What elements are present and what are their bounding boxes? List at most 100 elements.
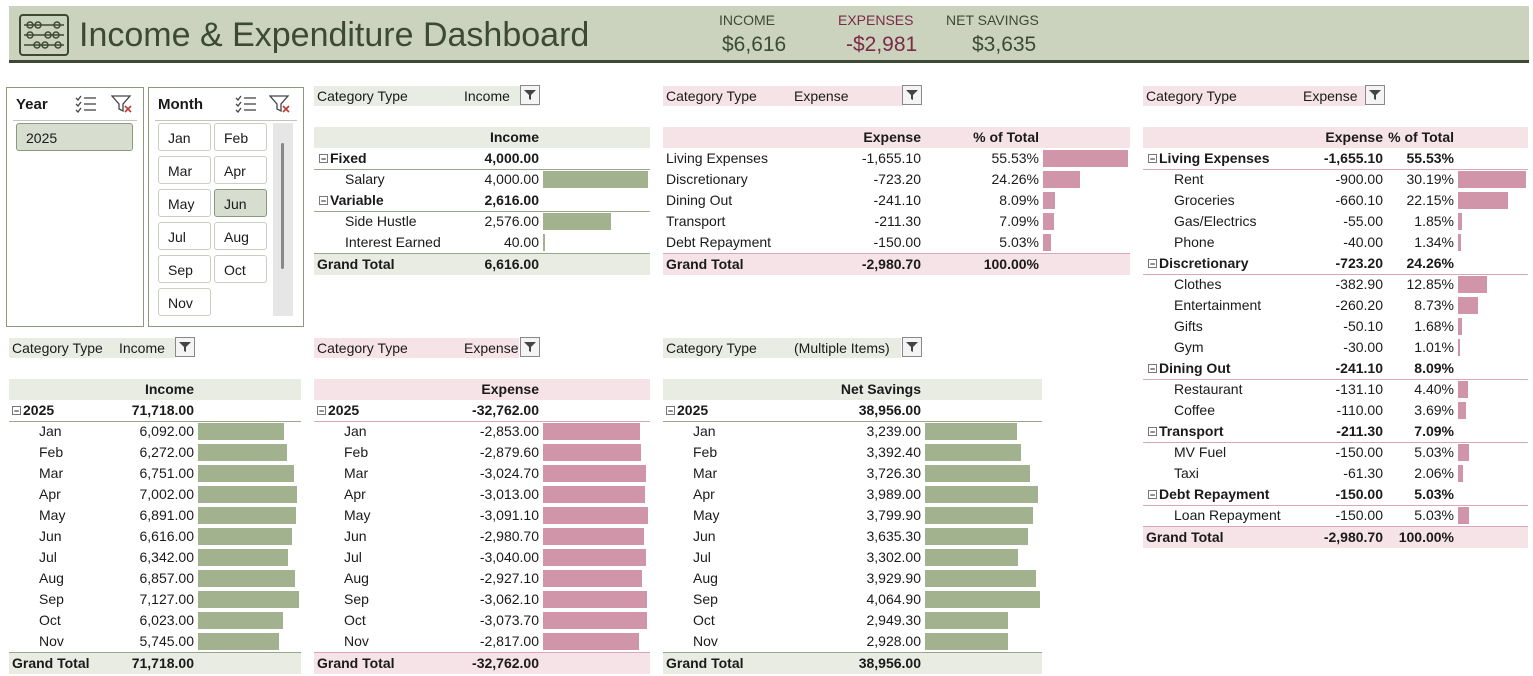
scrollbar-thumb[interactable]	[281, 143, 284, 269]
multi-select-icon[interactable]	[75, 94, 97, 114]
income-kpi-label: INCOME	[719, 12, 775, 28]
monthly-expense-pivot-table: Expense −2025 -32,762.00 Jan -2,853.00 Feb -2,…	[314, 379, 650, 674]
table-row[interactable]: Oct 2,949.30	[663, 610, 1042, 631]
net-savings-kpi-value: $3,635	[972, 33, 1037, 56]
table-row[interactable]: May -3,091.10	[314, 505, 650, 526]
table-row[interactable]: Dining Out -241.10 8.09%	[663, 190, 1130, 211]
month-slicer-item-may[interactable]: May	[158, 189, 211, 217]
table-row[interactable]: Sep 4,064.90	[663, 589, 1042, 610]
data-bar	[1043, 192, 1055, 209]
month-slicer-item-aug[interactable]: Aug	[214, 222, 267, 250]
table-row[interactable]: Oct 6,023.00	[9, 610, 301, 631]
table-row[interactable]: Aug -2,927.10	[314, 568, 650, 589]
table-row-year[interactable]: −2025 71,718.00	[9, 400, 301, 421]
clear-filter-icon[interactable]	[111, 94, 133, 114]
clear-filter-icon[interactable]	[269, 94, 291, 114]
table-row[interactable]: Restaurant -131.10 4.40%	[1143, 379, 1528, 400]
table-row[interactable]: Jun -2,980.70	[314, 526, 650, 547]
table-row[interactable]: Feb -2,879.60	[314, 442, 650, 463]
table-row[interactable]: Mar 3,726.30	[663, 463, 1042, 484]
table-row-group[interactable]: − Variable 2,616.00	[314, 190, 650, 211]
table-row[interactable]: Coffee -110.00 3.69%	[1143, 400, 1528, 421]
table-row[interactable]: May 3,799.90	[663, 505, 1042, 526]
table-row[interactable]: Jul 3,302.00	[663, 547, 1042, 568]
table-row[interactable]: Rent -900.00 30.19%	[1143, 169, 1528, 190]
table-row[interactable]: Jun 6,616.00	[9, 526, 301, 547]
month-slicer-item-apr[interactable]: Apr	[214, 156, 267, 184]
table-row[interactable]: Discretionary -723.20 24.26%	[663, 169, 1130, 190]
table-row[interactable]: Nov 5,745.00	[9, 631, 301, 652]
multi-select-icon[interactable]	[235, 94, 257, 114]
table-row-year[interactable]: −2025 38,956.00	[663, 400, 1042, 421]
table-row[interactable]: Apr 3,989.00	[663, 484, 1042, 505]
table-row[interactable]: Taxi -61.30 2.06%	[1143, 463, 1528, 484]
filter-dropdown-button[interactable]	[902, 85, 922, 105]
data-bar	[543, 633, 639, 650]
table-row[interactable]: Entertainment -260.20 8.73%	[1143, 295, 1528, 316]
table-row[interactable]: Gym -30.00 1.01%	[1143, 337, 1528, 358]
filter-dropdown-button[interactable]	[520, 337, 540, 357]
table-row[interactable]: Clothes -382.90 12.85%	[1143, 274, 1528, 295]
table-row[interactable]: Groceries -660.10 22.15%	[1143, 190, 1528, 211]
filter-dropdown-button[interactable]	[902, 337, 922, 357]
month-slicer-item-nov[interactable]: Nov	[158, 288, 211, 316]
table-row[interactable]: Mar -3,024.70	[314, 463, 650, 484]
table-row[interactable]: MV Fuel -150.00 5.03%	[1143, 442, 1528, 463]
month-slicer-item-feb[interactable]: Feb	[214, 123, 267, 151]
table-row-group[interactable]: − Living Expenses -1,655.10 55.53%	[1143, 148, 1528, 169]
table-row[interactable]: May 6,891.00	[9, 505, 301, 526]
table-row[interactable]: Sep 7,127.00	[9, 589, 301, 610]
month-slicer-item-mar[interactable]: Mar	[158, 156, 211, 184]
row-value: 2,928.00	[866, 633, 922, 649]
filter-value: (Multiple Items)	[794, 340, 890, 356]
table-row[interactable]: Jan -2,853.00	[314, 421, 650, 442]
table-row[interactable]: Aug 6,857.00	[9, 568, 301, 589]
table-row-group[interactable]: − Fixed 4,000.00	[314, 148, 650, 169]
table-row[interactable]: Feb 6,272.00	[9, 442, 301, 463]
table-row[interactable]: Gas/Electrics -55.00 1.85%	[1143, 211, 1528, 232]
table-row-group[interactable]: − Transport -211.30 7.09%	[1143, 421, 1528, 442]
income-pivot-table: Income − Fixed 4,000.00 Salary 4,000.00 −…	[314, 127, 650, 277]
table-row[interactable]: Jun 3,635.30	[663, 526, 1042, 547]
data-bar	[543, 444, 641, 461]
table-row[interactable]: Transport -211.30 7.09%	[663, 211, 1130, 232]
table-row[interactable]: Sep -3,062.10	[314, 589, 650, 610]
table-row[interactable]: Nov 2,928.00	[663, 631, 1042, 652]
filter-dropdown-button[interactable]	[1365, 85, 1385, 105]
filter-dropdown-button[interactable]	[520, 85, 540, 105]
month-slicer-item-jan[interactable]: Jan	[158, 123, 211, 151]
table-row[interactable]: Jul -3,040.00	[314, 547, 650, 568]
month-slicer-item-oct[interactable]: Oct	[214, 255, 267, 283]
table-row[interactable]: Oct -3,073.70	[314, 610, 650, 631]
month-slicer-item-jun[interactable]: Jun	[214, 189, 267, 217]
table-row[interactable]: Aug 3,929.90	[663, 568, 1042, 589]
table-row[interactable]: Apr 7,002.00	[9, 484, 301, 505]
table-row[interactable]: Jan 6,092.00	[9, 421, 301, 442]
filter-dropdown-button[interactable]	[175, 337, 195, 357]
year-slicer-item-2025[interactable]: 2025	[16, 123, 133, 151]
table-row-group[interactable]: − Dining Out -241.10 8.09%	[1143, 358, 1528, 379]
month-slicer-item-jul[interactable]: Jul	[158, 222, 211, 250]
table-row[interactable]: Jan 3,239.00	[663, 421, 1042, 442]
filter-icon	[179, 342, 191, 352]
month-slicer-scrollbar[interactable]	[273, 123, 293, 316]
table-row[interactable]: Phone -40.00 1.34%	[1143, 232, 1528, 253]
table-row[interactable]: Gifts -50.10 1.68%	[1143, 316, 1528, 337]
table-row[interactable]: Living Expenses -1,655.10 55.53%	[663, 148, 1130, 169]
row-value: 2,576.00	[484, 213, 540, 229]
table-row[interactable]: Feb 3,392.40	[663, 442, 1042, 463]
table-row-group[interactable]: − Debt Repayment -150.00 5.03%	[1143, 484, 1528, 505]
table-row[interactable]: Interest Earned 40.00	[314, 232, 650, 253]
table-row[interactable]: Loan Repayment -150.00 5.03%	[1143, 505, 1528, 526]
table-row[interactable]: Nov -2,817.00	[314, 631, 650, 652]
table-row[interactable]: Mar 6,751.00	[9, 463, 301, 484]
table-row-group[interactable]: − Discretionary -723.20 24.26%	[1143, 253, 1528, 274]
table-row[interactable]: Side Hustle 2,576.00	[314, 211, 650, 232]
table-row[interactable]: Debt Repayment -150.00 5.03%	[663, 232, 1130, 253]
row-pct: 2.06%	[1414, 465, 1454, 481]
table-row-year[interactable]: −2025 -32,762.00	[314, 400, 650, 421]
table-row[interactable]: Salary 4,000.00	[314, 169, 650, 190]
month-slicer-item-sep[interactable]: Sep	[158, 255, 211, 283]
table-row[interactable]: Apr -3,013.00	[314, 484, 650, 505]
table-row[interactable]: Jul 6,342.00	[9, 547, 301, 568]
